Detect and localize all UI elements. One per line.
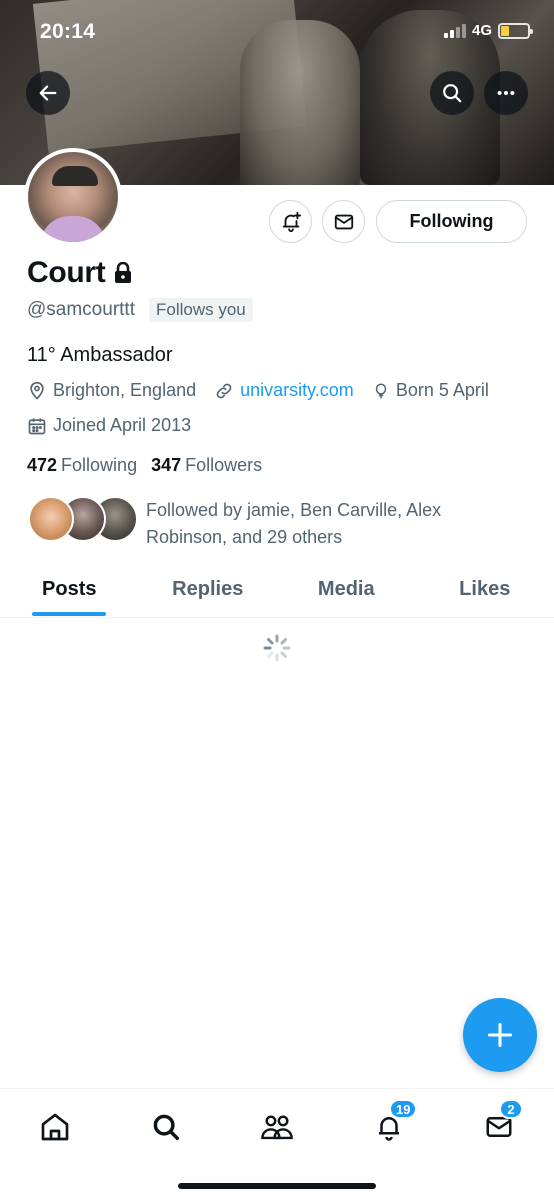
name-row: Court: [27, 256, 133, 290]
profile-bio: 11° Ambassador: [27, 344, 173, 366]
notifications-badge: 19: [389, 1099, 418, 1119]
message-button[interactable]: [322, 200, 365, 243]
arrow-left-icon: [39, 85, 57, 101]
notifications-toggle-button[interactable]: [269, 200, 312, 243]
tab-posts[interactable]: Posts: [0, 562, 139, 617]
status-time: 20:14: [40, 20, 96, 43]
avatar-cap: [52, 166, 98, 186]
lock-icon: [115, 262, 132, 283]
location-text: Brighton, England: [53, 380, 197, 400]
username-handle: @samcourttt: [27, 299, 135, 320]
search-icon: [153, 1114, 179, 1140]
following-count: 472: [27, 455, 58, 475]
display-name: Court: [27, 256, 106, 289]
followers-count: 347: [151, 455, 182, 475]
nav-messages[interactable]: 2: [477, 1099, 523, 1149]
back-button[interactable]: [26, 71, 70, 115]
profile-meta-row: Brighton, England univarsity.com Born 5 …: [27, 380, 507, 401]
network-type: 4G: [471, 22, 492, 39]
profile-avatar[interactable]: [24, 148, 122, 246]
balloon-icon: [375, 383, 387, 398]
followers-stat[interactable]: 347 Followers: [151, 455, 262, 476]
loading-spinner-icon: [263, 634, 291, 662]
follows-you-badge: Follows you: [148, 298, 253, 322]
joined-item: Joined April 2013: [27, 415, 191, 436]
birthday-item: Born 5 April: [372, 380, 489, 401]
home-icon: [41, 1113, 69, 1141]
nav-search[interactable]: [144, 1105, 188, 1149]
website-link[interactable]: univarsity.com: [240, 380, 354, 401]
tab-likes[interactable]: Likes: [416, 562, 554, 617]
battery-icon: [498, 22, 533, 39]
bell-plus-icon: [282, 211, 301, 232]
cellular-signal-icon: [443, 23, 466, 38]
following-stat[interactable]: 472 Following: [27, 455, 137, 476]
nav-communities[interactable]: [255, 1105, 299, 1149]
website-item[interactable]: univarsity.com: [214, 380, 354, 401]
profile-meta-row: Joined April 2013: [27, 415, 209, 436]
envelope-icon: [334, 214, 353, 229]
mutual-followers-avatars[interactable]: [28, 496, 138, 542]
home-indicator[interactable]: [178, 1183, 376, 1189]
battery-level: [501, 25, 509, 36]
profile-tabs: Posts Replies Media Likes: [0, 562, 554, 618]
follow-stats: 472 Following 347 Followers: [27, 455, 262, 476]
nav-notifications[interactable]: 19: [367, 1099, 418, 1149]
more-horizontal-icon: [497, 90, 515, 96]
joined-text: Joined April 2013: [53, 415, 192, 435]
search-button[interactable]: [430, 71, 474, 115]
following-button[interactable]: Following: [376, 200, 527, 243]
nav-home[interactable]: [33, 1105, 77, 1149]
location-pin-icon: [30, 381, 44, 400]
compose-post-button[interactable]: [463, 998, 537, 1072]
communities-icon: [261, 1115, 293, 1140]
link-icon: [216, 383, 232, 398]
avatar-shirt: [40, 216, 106, 242]
status-indicators: 4G: [443, 22, 533, 39]
tab-replies[interactable]: Replies: [139, 562, 278, 617]
followers-label: Followers: [185, 455, 263, 475]
following-label: Following: [61, 455, 138, 475]
more-button[interactable]: [484, 71, 528, 115]
search-icon: [443, 84, 462, 103]
plus-icon: [487, 1022, 513, 1048]
calendar-icon: [28, 418, 46, 434]
tab-media[interactable]: Media: [277, 562, 416, 617]
birthday-text: Born 5 April: [395, 380, 489, 400]
handle-row: @samcourttt Follows you: [27, 298, 253, 322]
avatar: [28, 496, 74, 542]
messages-badge: 2: [499, 1099, 523, 1119]
location-item: Brighton, England: [27, 380, 196, 401]
followed-by-text[interactable]: Followed by jamie, Ben Carville, Alex Ro…: [146, 497, 506, 551]
